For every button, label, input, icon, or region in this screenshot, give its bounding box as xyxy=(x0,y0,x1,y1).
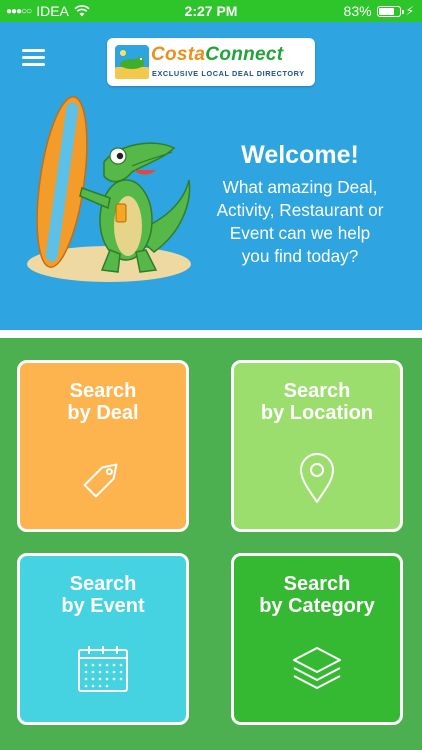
tile-label-line1: Search xyxy=(283,573,351,595)
gator-logo-icon xyxy=(115,45,149,79)
hamburger-menu-button[interactable] xyxy=(22,48,46,66)
tile-label-line1: Search xyxy=(69,573,137,595)
status-bar: ●●●○○ IDEA 2:27 PM 83% ⚡ xyxy=(0,0,422,22)
welcome-title: Welcome! xyxy=(241,141,359,169)
tile-label-line2: by Category xyxy=(259,595,375,617)
welcome-line-1: What amazing Deal, xyxy=(222,177,378,197)
welcome-line-2: Activity, Restaurant or xyxy=(216,200,384,220)
calendar-icon xyxy=(78,646,128,692)
location-pin-icon xyxy=(300,453,334,503)
tile-label-line2: by Deal xyxy=(67,402,139,424)
welcome-line-3: Event can we help xyxy=(229,223,371,243)
logo-title: CostaConnect xyxy=(151,44,284,65)
alligator-mascot-illustration xyxy=(27,96,191,282)
logo-subtitle: EXCLUSIVE LOCAL DEAL DIRECTORY xyxy=(152,69,305,78)
tile-label-line1: Search xyxy=(283,380,351,402)
welcome-line-4: you find today? xyxy=(241,246,359,266)
search-by-deal-button[interactable]: Search by Deal xyxy=(17,360,189,532)
battery-percent: 83% xyxy=(343,3,372,19)
banner-divider xyxy=(0,330,422,338)
tile-label-line2: by Event xyxy=(61,595,145,617)
tile-label-line1: Search xyxy=(69,380,137,402)
search-by-location-button[interactable]: Search by Location xyxy=(231,360,403,532)
search-by-event-button[interactable]: Search by Event xyxy=(17,553,189,725)
charging-icon: ⚡ xyxy=(405,4,414,18)
layers-icon xyxy=(293,647,341,689)
app-logo[interactable]: CostaConnect EXCLUSIVE LOCAL DEAL DIRECT… xyxy=(107,38,315,86)
tile-label-line2: by Location xyxy=(260,402,374,424)
tag-icon xyxy=(83,463,118,498)
battery-icon xyxy=(376,5,404,17)
search-by-category-button[interactable]: Search by Category xyxy=(231,553,403,725)
welcome-message: Welcome! What amazing Deal, Activity, Re… xyxy=(196,141,404,268)
